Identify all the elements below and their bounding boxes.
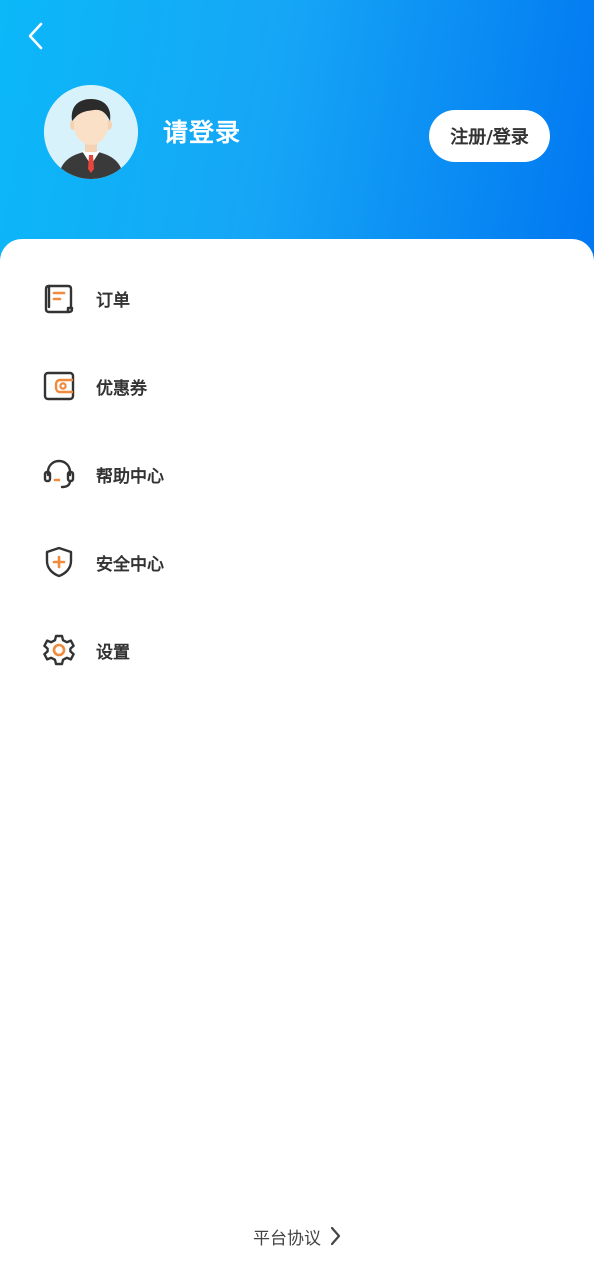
- back-arrow-icon: [28, 22, 43, 50]
- gear-icon: [42, 633, 76, 667]
- menu-item-help-center[interactable]: 帮助中心: [0, 444, 594, 504]
- menu-item-label: 订单: [96, 290, 130, 311]
- default-avatar-icon: [44, 85, 138, 179]
- shield-icon: [42, 545, 76, 579]
- platform-agreement-label: 平台协议: [253, 1228, 321, 1249]
- back-button[interactable]: [18, 18, 54, 54]
- avatar[interactable]: [44, 85, 138, 179]
- order-icon: [42, 281, 76, 315]
- menu-item-settings[interactable]: 设置: [0, 620, 594, 680]
- menu-item-label: 帮助中心: [96, 466, 164, 487]
- chevron-right-icon: [329, 1226, 341, 1246]
- platform-agreement-link[interactable]: 平台协议: [0, 1220, 594, 1252]
- menu-item-coupons[interactable]: 优惠券: [0, 356, 594, 416]
- profile-page: 请登录 注册/登录 订单 优惠券 帮助中心 安全中心 设置 平台协议: [0, 0, 594, 1280]
- register-login-button[interactable]: 注册/登录: [429, 110, 550, 162]
- coupon-icon: [42, 369, 76, 403]
- menu-item-label: 优惠券: [96, 378, 147, 399]
- headset-icon: [42, 457, 76, 491]
- menu-item-security-center[interactable]: 安全中心: [0, 532, 594, 592]
- menu-item-orders[interactable]: 订单: [0, 268, 594, 328]
- menu-item-label: 安全中心: [96, 554, 164, 575]
- login-prompt[interactable]: 请登录: [163, 113, 241, 153]
- profile-header: 请登录 注册/登录: [0, 0, 594, 270]
- menu-item-label: 设置: [96, 642, 130, 663]
